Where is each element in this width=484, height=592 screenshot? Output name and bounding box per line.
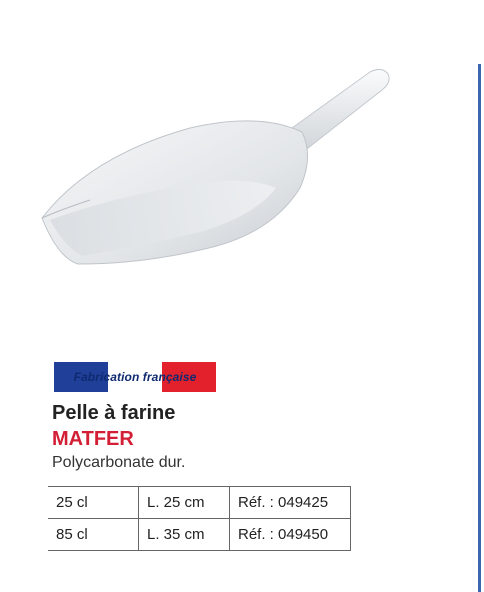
capacity-cell: 85 cl [48,518,139,551]
banner-label: Fabrication française [73,370,197,384]
table-row: 85 cl L. 35 cm Réf. : 049450 [48,518,351,551]
length-cell: L. 35 cm [138,518,230,551]
table-row: 25 cl L. 25 cm Réf. : 049425 [48,486,351,519]
product-title: Pelle à farine [52,402,176,424]
page-edge-rule [478,64,481,592]
fabrication-francaise-banner: Fabrication française [54,362,216,392]
reference-cell: Réf. : 049425 [229,486,351,519]
spec-table: 25 cl L. 25 cm Réf. : 049425 85 cl L. 35… [48,486,351,551]
product-material: Polycarbonate dur. [52,454,186,471]
length-cell: L. 25 cm [138,486,230,519]
reference-cell: Réf. : 049450 [229,518,351,551]
capacity-cell: 25 cl [48,486,139,519]
product-brand: MATFER [52,428,134,450]
flour-scoop-image [41,68,390,265]
